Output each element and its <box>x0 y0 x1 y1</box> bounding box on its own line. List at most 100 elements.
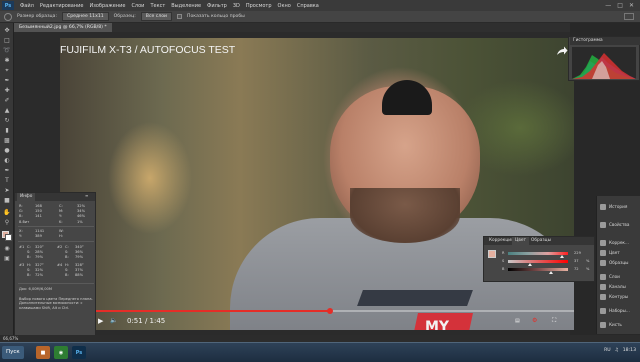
path-select-icon[interactable]: ➤ <box>3 187 11 194</box>
maximize-icon[interactable]: □ <box>617 2 623 9</box>
workspace-icon[interactable] <box>624 13 634 20</box>
background-color-swatch[interactable] <box>5 234 12 241</box>
color-slider-r[interactable] <box>508 252 568 255</box>
menu-layers[interactable]: Слои <box>128 3 147 9</box>
menu-image[interactable]: Изображение <box>86 3 128 9</box>
menu-edit[interactable]: Редактирование <box>37 3 87 9</box>
menu-filter[interactable]: Фильтр <box>204 3 230 9</box>
brush-presets-icon <box>600 307 606 314</box>
sample-label: Образец: <box>113 14 136 19</box>
video-progress-bar[interactable] <box>96 308 574 314</box>
sample-cell: 79% <box>75 255 83 259</box>
eyedropper-tool-icon[interactable] <box>4 12 12 21</box>
panel-paths[interactable]: Контуры <box>600 292 628 301</box>
start-button[interactable]: Пуск <box>2 346 24 359</box>
captions-icon[interactable]: ▤ <box>515 316 520 326</box>
eraser-tool-icon[interactable]: ▮ <box>3 127 11 134</box>
type-tool-icon[interactable]: T <box>3 177 11 184</box>
menu-text[interactable]: Текст <box>147 3 168 9</box>
history-brush-icon[interactable]: ↻ <box>3 117 11 124</box>
panel-channels[interactable]: Каналы <box>600 282 626 291</box>
crop-tool-icon[interactable]: ⌖ <box>3 67 11 74</box>
zoom-level[interactable]: 66,67% <box>3 336 18 341</box>
panel-adjustments[interactable]: Коррек... <box>600 238 629 247</box>
panel-history[interactable]: История <box>600 202 627 211</box>
blur-tool-icon[interactable]: ● <box>3 147 11 154</box>
marquee-tool-icon[interactable]: □ <box>3 37 11 44</box>
info-panel: Инфо ≡ R: 168 C: 32% G: 150 M: 34% B: 14… <box>14 192 96 338</box>
info-rgb-r: 168 <box>35 204 42 208</box>
color-value-b[interactable]: 72 <box>574 267 579 272</box>
panel-menu-icon[interactable]: ≡ <box>85 193 88 199</box>
tab-info[interactable]: Инфо <box>17 193 36 201</box>
info-cmyk-c: 32% <box>77 204 85 208</box>
pen-tool-icon[interactable]: ✒ <box>3 167 11 174</box>
color-value-s[interactable]: 37 <box>574 259 579 264</box>
lasso-tool-icon[interactable]: ➰ <box>3 47 11 54</box>
tab-swatches[interactable]: Образцы <box>528 237 554 245</box>
color-slider-knob[interactable] <box>560 255 564 258</box>
panel-brush[interactable]: Кисть <box>600 320 622 329</box>
volume-tray-icon[interactable]: ♫ <box>615 348 619 353</box>
close-icon[interactable]: ✕ <box>629 2 634 9</box>
browser-taskbar-icon[interactable]: ◉ <box>54 346 68 359</box>
panel-color[interactable]: Цвет <box>600 248 620 257</box>
screen-mode-icon[interactable]: ▣ <box>3 255 11 262</box>
document-tab[interactable]: Безымянный2.jpg @ 66,7% (RGB/8) * <box>14 23 112 32</box>
explorer-taskbar-icon[interactable]: ■ <box>36 346 50 359</box>
sample-size-select[interactable]: Среднее 11x11 <box>62 12 109 21</box>
paths-icon <box>600 293 606 300</box>
show-ring-checkbox[interactable] <box>177 14 183 19</box>
histogram-graph <box>572 47 636 79</box>
zoom-tool-icon[interactable]: ⚲ <box>3 219 11 226</box>
shape-tool-icon[interactable]: ■ <box>3 197 11 204</box>
color-slider-knob[interactable] <box>549 271 554 274</box>
healing-tool-icon[interactable]: ✚ <box>3 87 11 94</box>
volume-icon[interactable]: 🔈 <box>110 316 117 326</box>
color-label-b: B <box>502 267 505 271</box>
color-value-r[interactable]: 229 <box>574 251 581 256</box>
tab-histogram[interactable]: Гистограмма <box>570 37 640 45</box>
quick-mask-icon[interactable]: ◉ <box>3 245 11 252</box>
hand-tool-icon[interactable]: ✋ <box>3 209 11 216</box>
eyedropper-icon[interactable]: ✒ <box>3 77 11 84</box>
dodge-tool-icon[interactable]: ◐ <box>3 157 11 164</box>
color-slider-s[interactable] <box>508 260 568 263</box>
fullscreen-icon[interactable]: ⛶ <box>552 316 556 326</box>
panel-brush-presets[interactable]: Наборы... <box>600 306 630 315</box>
language-indicator[interactable]: RU <box>604 348 611 353</box>
menu-file[interactable]: Файл <box>17 3 37 9</box>
color-panel: Коррекция Цвет Образцы R 229 S 37 % B 72… <box>483 236 595 282</box>
menu-window[interactable]: Окно <box>275 3 294 9</box>
sample-cell: B: <box>27 273 31 277</box>
menu-3d[interactable]: 3D <box>230 3 243 9</box>
menu-view[interactable]: Просмотр <box>243 3 275 9</box>
photoshop-taskbar-icon[interactable]: Ps <box>72 346 86 359</box>
minimize-icon[interactable]: — <box>605 2 611 9</box>
brush-tool-icon[interactable]: ✐ <box>3 97 11 104</box>
quick-select-tool-icon[interactable]: ✱ <box>3 57 11 64</box>
panel-swatches[interactable]: Образцы <box>600 258 629 267</box>
color-slider-knob[interactable] <box>528 263 533 266</box>
fg-color-chip[interactable] <box>488 250 496 258</box>
menu-help[interactable]: Справка <box>294 3 322 9</box>
panel-layers[interactable]: Слои <box>600 272 620 281</box>
settings-icon[interactable]: ⚙ <box>532 316 537 326</box>
info-hint: Выбор нового цвета Переднего плана. Допо… <box>19 297 93 310</box>
stamp-tool-icon[interactable]: ▲ <box>3 107 11 114</box>
play-icon[interactable]: ▶ <box>98 316 103 326</box>
menu-select[interactable]: Выделение <box>168 3 204 9</box>
panel-properties[interactable]: Свойства <box>600 220 629 229</box>
share-icon[interactable] <box>556 46 568 56</box>
tools-panel: ✥ □ ➰ ✱ ⌖ ✒ ✚ ✐ ▲ ↻ ▮ ▩ ● ◐ ✒ T ➤ ■ ✋ ⚲ … <box>0 23 14 335</box>
move-tool-icon[interactable]: ✥ <box>3 27 11 34</box>
color-slider-b[interactable] <box>508 268 568 271</box>
sample-cell: C: <box>27 245 31 249</box>
info-rgb-label-r: R: <box>19 204 23 208</box>
sample-cell: C: <box>65 245 69 249</box>
info-cmyk-k: 1% <box>77 220 83 224</box>
sample-select[interactable]: Все слои <box>140 12 173 21</box>
tab-color[interactable]: Цвет <box>512 237 530 245</box>
sample-cell: 88% <box>75 273 83 277</box>
gradient-tool-icon[interactable]: ▩ <box>3 137 11 144</box>
